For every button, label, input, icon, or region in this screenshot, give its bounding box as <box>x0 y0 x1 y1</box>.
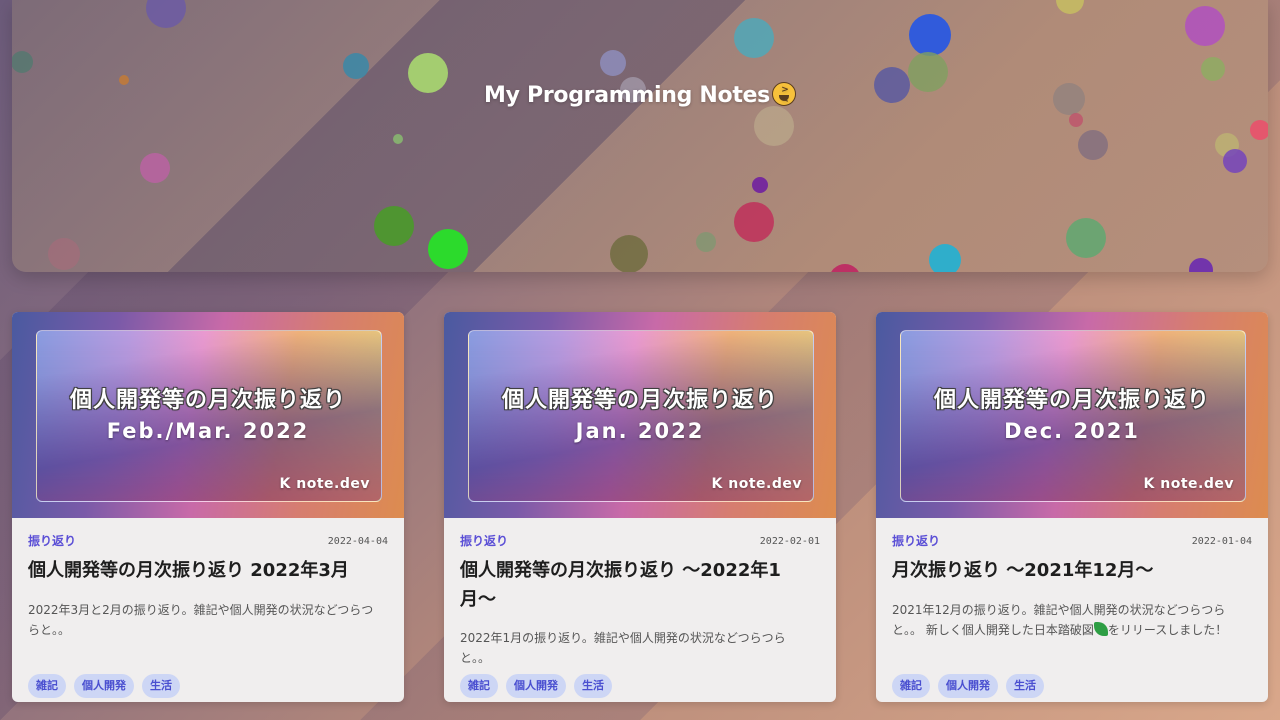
post-body: 振り返り 2022-02-01 個人開発等の月次振り返り 〜2022年1月〜 2… <box>444 518 836 702</box>
post-category[interactable]: 振り返り <box>28 532 76 549</box>
post-thumbnail[interactable]: 個人開発等の月次振り返り Jan. 2022 K note.dev <box>444 312 836 518</box>
tag[interactable]: 生活 <box>574 674 612 698</box>
tag[interactable]: 個人開発 <box>74 674 134 698</box>
tag[interactable]: 個人開発 <box>506 674 566 698</box>
decorative-bubble <box>734 18 774 58</box>
thumbnail-title: 個人開発等の月次振り返り <box>933 388 1210 413</box>
decorative-bubble <box>829 264 861 272</box>
post-card[interactable]: 個人開発等の月次振り返り Jan. 2022 K note.dev 振り返り 2… <box>444 312 836 702</box>
decorative-bubble <box>374 206 414 246</box>
decorative-bubble <box>48 238 80 270</box>
decorative-bubble <box>752 177 768 193</box>
post-excerpt-tail: をリリースしました！ <box>1107 623 1228 637</box>
decorative-bubble <box>1250 120 1268 140</box>
post-tags: 雑記 個人開発 生活 <box>28 674 180 698</box>
post-thumbnail[interactable]: 個人開発等の月次振り返り Dec. 2021 K note.dev <box>876 312 1268 518</box>
post-title[interactable]: 個人開発等の月次振り返り 〜2022年1月〜 <box>460 556 816 614</box>
decorative-bubble <box>146 0 186 28</box>
decorative-bubble <box>393 134 403 144</box>
decorative-bubble <box>1201 57 1225 81</box>
post-body: 振り返り 2022-01-04 月次振り返り 〜2021年12月〜 2021年1… <box>876 518 1268 702</box>
post-date: 2022-01-04 <box>1191 536 1252 547</box>
hero-banner: My Programming Notes <box>12 0 1268 272</box>
decorative-bubble <box>1056 0 1084 14</box>
tag[interactable]: 雑記 <box>28 674 66 698</box>
decorative-bubble <box>140 153 170 183</box>
thumbnail-brand: K note.dev <box>1143 476 1234 492</box>
tag[interactable]: 雑記 <box>460 674 498 698</box>
post-category[interactable]: 振り返り <box>460 532 508 549</box>
tag[interactable]: 生活 <box>142 674 180 698</box>
caterpillar-icon <box>1093 622 1108 636</box>
decorative-bubble <box>1066 218 1106 258</box>
post-date: 2022-02-01 <box>759 536 820 547</box>
post-excerpt: 2022年3月と2月の振り返り。雑記や個人開発の状況などつらつらと。。 <box>28 603 374 637</box>
decorative-bubble <box>343 53 369 79</box>
post-title[interactable]: 個人開発等の月次振り返り 2022年3月 <box>28 556 384 585</box>
thumbnail-title: 個人開発等の月次振り返り <box>69 388 346 413</box>
tag[interactable]: 生活 <box>1006 674 1044 698</box>
post-card[interactable]: 個人開発等の月次振り返り Dec. 2021 K note.dev 振り返り 2… <box>876 312 1268 702</box>
decorative-bubble <box>1223 149 1247 173</box>
thumbnail-subtitle: Jan. 2022 <box>575 419 705 443</box>
decorative-bubble <box>600 50 626 76</box>
decorative-bubble <box>734 202 774 242</box>
decorative-bubble <box>1069 113 1083 127</box>
post-card[interactable]: 個人開発等の月次振り返り Feb./Mar. 2022 K note.dev 振… <box>12 312 404 702</box>
thumbnail-brand: K note.dev <box>711 476 802 492</box>
decorative-bubble <box>909 14 951 56</box>
post-tags: 雑記 個人開発 生活 <box>892 674 1044 698</box>
post-excerpt: 2021年12月の振り返り。雑記や個人開発の状況などつらつらと。。 新しく個人開… <box>892 600 1246 640</box>
decorative-bubble <box>696 232 716 252</box>
thumbnail-subtitle: Feb./Mar. 2022 <box>106 419 310 443</box>
decorative-bubble <box>1078 130 1108 160</box>
tag[interactable]: 雑記 <box>892 674 930 698</box>
post-title[interactable]: 月次振り返り 〜2021年12月〜 <box>892 556 1248 585</box>
decorative-bubble <box>428 229 468 269</box>
site-title[interactable]: My Programming Notes <box>12 82 1268 108</box>
thumbnail-subtitle: Dec. 2021 <box>1004 419 1140 443</box>
post-tags: 雑記 個人開発 生活 <box>460 674 612 698</box>
post-excerpt: 2022年1月の振り返り。雑記や個人開発の状況などつらつらと。。 <box>460 631 786 665</box>
post-category[interactable]: 振り返り <box>892 532 940 549</box>
post-date: 2022-04-04 <box>327 536 388 547</box>
decorative-bubble <box>754 106 794 146</box>
post-body: 振り返り 2022-04-04 個人開発等の月次振り返り 2022年3月 202… <box>12 518 404 702</box>
thumbnail-title: 個人開発等の月次振り返り <box>501 388 778 413</box>
decorative-bubble <box>1185 6 1225 46</box>
laughing-face-icon <box>771 82 796 106</box>
post-thumbnail[interactable]: 個人開発等の月次振り返り Feb./Mar. 2022 K note.dev <box>12 312 404 518</box>
decorative-bubble <box>929 244 961 272</box>
decorative-bubble <box>12 51 33 73</box>
tag[interactable]: 個人開発 <box>938 674 998 698</box>
decorative-bubble <box>1189 258 1213 272</box>
site-title-text: My Programming Notes <box>484 83 770 108</box>
decorative-bubble <box>610 235 648 272</box>
thumbnail-brand: K note.dev <box>279 476 370 492</box>
